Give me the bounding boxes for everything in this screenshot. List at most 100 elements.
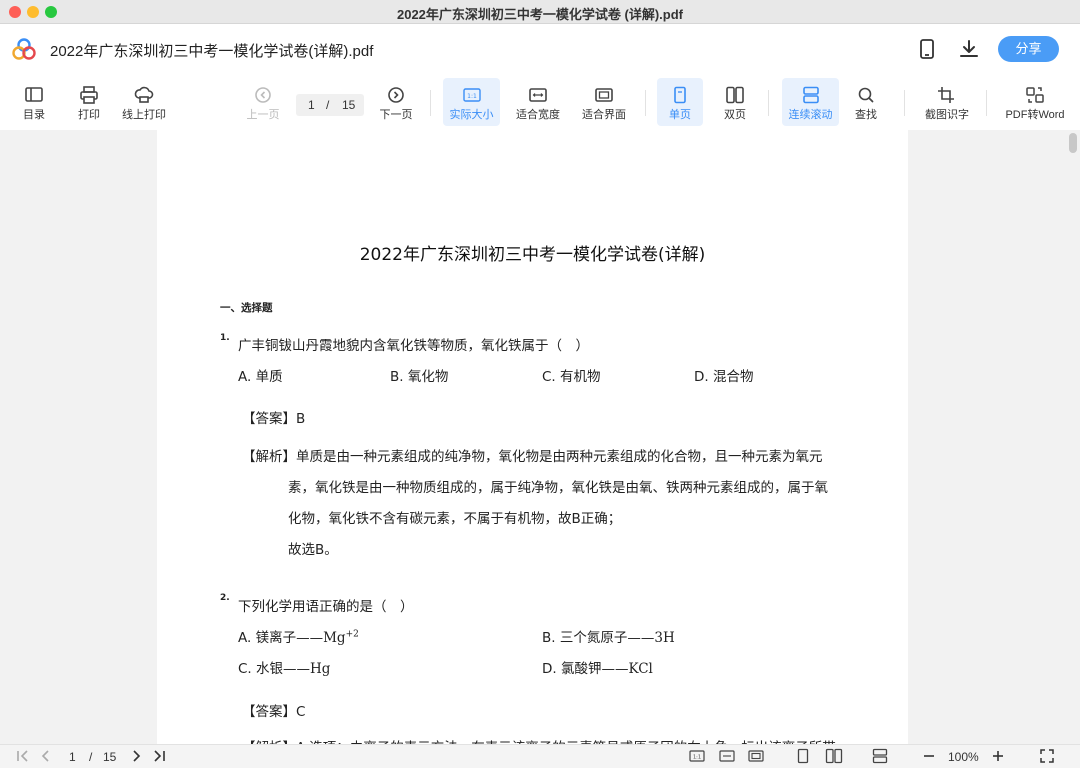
analysis-label: 【解析】 — [242, 449, 296, 465]
fit-width-icon[interactable] — [719, 748, 735, 767]
q1-analysis-line-1: 【解析】单质是由一种元素组成的纯净物，氧化物是由两种元素组成的化合物，且一种元素… — [242, 445, 823, 465]
single-page-icon[interactable] — [796, 748, 810, 767]
next-page-icon[interactable] — [130, 748, 142, 767]
formula: 3H — [654, 630, 675, 646]
svg-text:1:1: 1:1 — [467, 93, 477, 100]
svg-text:1:1: 1:1 — [693, 755, 701, 761]
section-heading: 一、选择题 — [220, 302, 273, 314]
analysis-text: 单质是由一种元素组成的纯净物，氧化物是由两种元素组成的化合物，且一种元素为氧元 — [296, 449, 823, 465]
page-separator: / — [326, 98, 330, 112]
actual-size-icon[interactable]: 1:1 — [689, 748, 705, 767]
prev-page-label: 上一页 — [246, 109, 280, 121]
download-icon[interactable] — [958, 38, 980, 65]
toc-label: 目录 — [23, 109, 45, 121]
page-number-field[interactable]: 1 / 15 — [296, 94, 364, 116]
zoom-level: 100% — [948, 750, 979, 764]
pdf-page: 2022年广东深圳初三中考一模化学试卷(详解) 一、选择题 1. 广丰铜钹山丹霞… — [157, 130, 908, 744]
toolbar-divider — [768, 90, 769, 116]
toolbar: 目录 打印 线上打印 上一页 1 / 15 下一页 1:1 实际大小 适合宽度 … — [0, 74, 1080, 130]
print-button[interactable]: 打印 — [69, 78, 109, 126]
search-icon — [858, 87, 874, 103]
toc-button[interactable]: 目录 — [14, 78, 54, 126]
find-button[interactable]: 查找 — [846, 78, 886, 126]
crop-icon — [938, 87, 954, 103]
fit-page-label: 适合界面 — [582, 109, 626, 121]
last-page-icon[interactable] — [152, 748, 166, 767]
q1-answer: 【答案】B — [242, 407, 305, 427]
fit-width-icon — [529, 88, 547, 102]
q2-analysis-line-1: 【解析】A.选项：由离子的表示方法，在表示该离子的元素符号或原子团的右上角，标出… — [242, 736, 836, 744]
option-label: D. 氯酸钾—— — [542, 661, 629, 677]
document-viewer[interactable]: 2022年广东深圳初三中考一模化学试卷(详解) 一、选择题 1. 广丰铜钹山丹霞… — [0, 130, 1080, 744]
formula: KCl — [628, 661, 653, 677]
share-button[interactable]: 分享 — [998, 36, 1059, 62]
scrollbar-thumb[interactable] — [1069, 133, 1077, 153]
toolbar-divider — [645, 90, 646, 116]
continuous-scroll-button[interactable]: 连续滚动 — [782, 78, 839, 126]
zoom-out-icon[interactable] — [922, 748, 936, 767]
phone-icon[interactable] — [918, 38, 936, 65]
double-page-button[interactable]: 双页 — [713, 78, 757, 126]
formula-superscript: +2 — [345, 629, 359, 640]
option-label: C. 水银—— — [238, 661, 311, 677]
q2-option-c: C. 水银——Hg — [238, 657, 330, 677]
q1-analysis-line-3: 化物，氧化铁不含有碳元素，不属于有机物，故B正确； — [288, 511, 622, 527]
q1-option-c: C. 有机物 — [542, 369, 601, 385]
formula: Hg — [310, 661, 331, 677]
online-print-button[interactable]: 线上打印 — [118, 78, 170, 126]
single-page-button[interactable]: 单页 — [657, 78, 703, 126]
bottom-current-page[interactable]: 1 — [69, 750, 76, 764]
prev-page-button[interactable]: 上一页 — [243, 78, 283, 126]
prev-page-icon[interactable] — [40, 748, 52, 767]
formula: Mg — [323, 630, 346, 646]
single-page-label: 单页 — [669, 109, 691, 121]
actual-size-button[interactable]: 1:1 实际大小 — [443, 78, 500, 126]
toc-icon — [25, 87, 43, 102]
online-print-label: 线上打印 — [122, 109, 166, 121]
pdf-to-word-label: PDF转Word — [1005, 109, 1065, 121]
current-page-input[interactable]: 1 — [308, 98, 315, 112]
q1-option-a: A. 单质 — [238, 369, 283, 385]
find-label: 查找 — [855, 109, 877, 121]
question-2-number: 2. — [220, 593, 230, 603]
vertical-scrollbar[interactable] — [1066, 130, 1080, 744]
fit-page-button[interactable]: 适合界面 — [576, 78, 632, 126]
next-page-button[interactable]: 下一页 — [376, 78, 416, 126]
fit-page-icon — [595, 88, 613, 102]
chevron-left-circle-icon — [255, 87, 271, 103]
fit-page-icon[interactable] — [748, 748, 764, 767]
zoom-in-icon[interactable] — [991, 748, 1005, 767]
q2-option-b: B. 三个氮原子——3H — [542, 626, 675, 646]
double-page-icon[interactable] — [825, 748, 843, 767]
fit-width-button[interactable]: 适合宽度 — [510, 78, 566, 126]
question-1-number: 1. — [220, 333, 230, 343]
ocr-label: 截图识字 — [925, 109, 969, 121]
cloud-print-icon — [134, 86, 154, 103]
continuous-scroll-icon[interactable] — [872, 748, 888, 767]
document-title: 2022年广东深圳初三中考一模化学试卷(详解) — [359, 245, 706, 265]
q2-option-d: D. 氯酸钾——KCl — [542, 657, 653, 677]
answer-value: B — [296, 411, 306, 427]
question-1-stem: 广丰铜钹山丹霞地貌内含氧化铁等物质，氧化铁属于（ ） — [238, 338, 589, 354]
window-titlebar: 2022年广东深圳初三中考一模化学试卷 (详解).pdf — [0, 0, 1080, 24]
pdf-to-word-button[interactable]: PDF转Word — [996, 78, 1074, 126]
q1-analysis-line-2: 素，氧化铁是由一种物质组成的，属于纯净物，氧化铁是由氧、铁两种元素组成的，属于氧 — [288, 480, 828, 496]
first-page-icon[interactable] — [16, 748, 30, 767]
app-header: 2022年广东深圳初三中考一模化学试卷(详解).pdf 分享 — [0, 24, 1080, 74]
answer-label: 【答案】 — [242, 704, 296, 720]
bottom-page-separator: / — [89, 750, 93, 764]
q1-analysis-line-4: 故选B。 — [288, 542, 338, 558]
option-label: B. 三个氮原子—— — [542, 630, 655, 646]
ocr-screenshot-button[interactable]: 截图识字 — [918, 78, 976, 126]
option-label: A. 镁离子—— — [238, 630, 324, 646]
total-pages: 15 — [342, 98, 356, 112]
q1-option-d: D. 混合物 — [694, 369, 754, 385]
double-page-icon — [726, 86, 744, 104]
bottom-total-pages: 15 — [103, 750, 117, 764]
continuous-scroll-icon — [802, 86, 819, 104]
fullscreen-icon[interactable] — [1039, 748, 1055, 767]
toolbar-divider — [430, 90, 431, 116]
question-2-stem: 下列化学用语正确的是（ ） — [238, 599, 414, 615]
answer-label: 【答案】 — [242, 411, 296, 427]
actual-size-label: 实际大小 — [449, 109, 494, 121]
